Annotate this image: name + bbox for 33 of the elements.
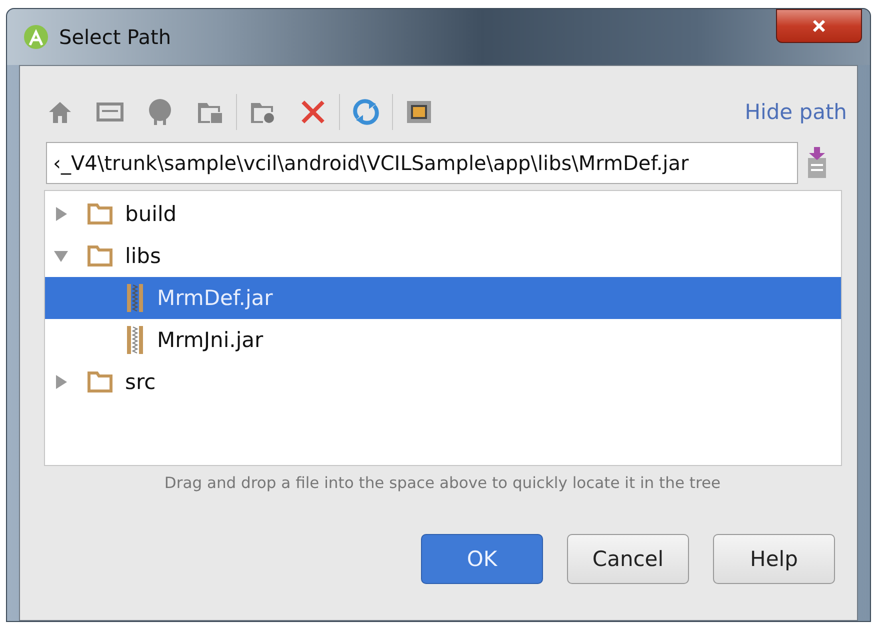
close-icon: [811, 19, 827, 33]
tree-item[interactable]: libs: [45, 235, 841, 277]
expand-arrow-icon[interactable]: [53, 206, 69, 222]
dialog-button[interactable]: Help: [713, 534, 835, 584]
tree-item[interactable]: MrmDef.jar: [45, 277, 841, 319]
tree-item[interactable]: build: [45, 193, 841, 235]
android-icon[interactable]: [146, 98, 174, 126]
item-label: build: [125, 202, 177, 226]
path-field[interactable]: ‹_V4\trunk\sample\vcil\android\VCILSample\app\libs\MrmDef.jar: [46, 142, 798, 184]
jar-file-icon: [125, 325, 145, 355]
item-label: MrmJni.jar: [157, 328, 264, 352]
hide-path-link[interactable]: Hide path: [744, 100, 847, 124]
dialog-button[interactable]: Cancel: [567, 534, 689, 584]
show-hidden-icon[interactable]: [405, 98, 433, 126]
expand-arrow-icon[interactable]: [53, 374, 69, 390]
tree-item[interactable]: MrmJni.jar: [45, 319, 841, 361]
delete-icon[interactable]: [299, 98, 327, 126]
close-button[interactable]: [776, 9, 862, 43]
folder-icon: [87, 371, 113, 393]
folder-icon: [87, 203, 113, 225]
collapse-arrow-icon[interactable]: [53, 248, 69, 264]
item-label: libs: [125, 244, 161, 268]
android-logo-icon: [23, 24, 49, 50]
item-label: MrmDef.jar: [157, 286, 273, 310]
window-title: Select Path: [59, 25, 171, 49]
folder-icon: [87, 245, 113, 267]
hint-text: Drag and drop a file into the space above to quickly locate it in the tree: [163, 474, 722, 492]
tree-item[interactable]: src: [45, 361, 841, 403]
ok-button[interactable]: OK: [421, 534, 543, 584]
item-label: src: [125, 370, 156, 394]
refresh-icon[interactable]: [352, 98, 380, 126]
jar-file-icon: [125, 283, 145, 313]
download-clipboard-icon[interactable]: [806, 146, 828, 180]
